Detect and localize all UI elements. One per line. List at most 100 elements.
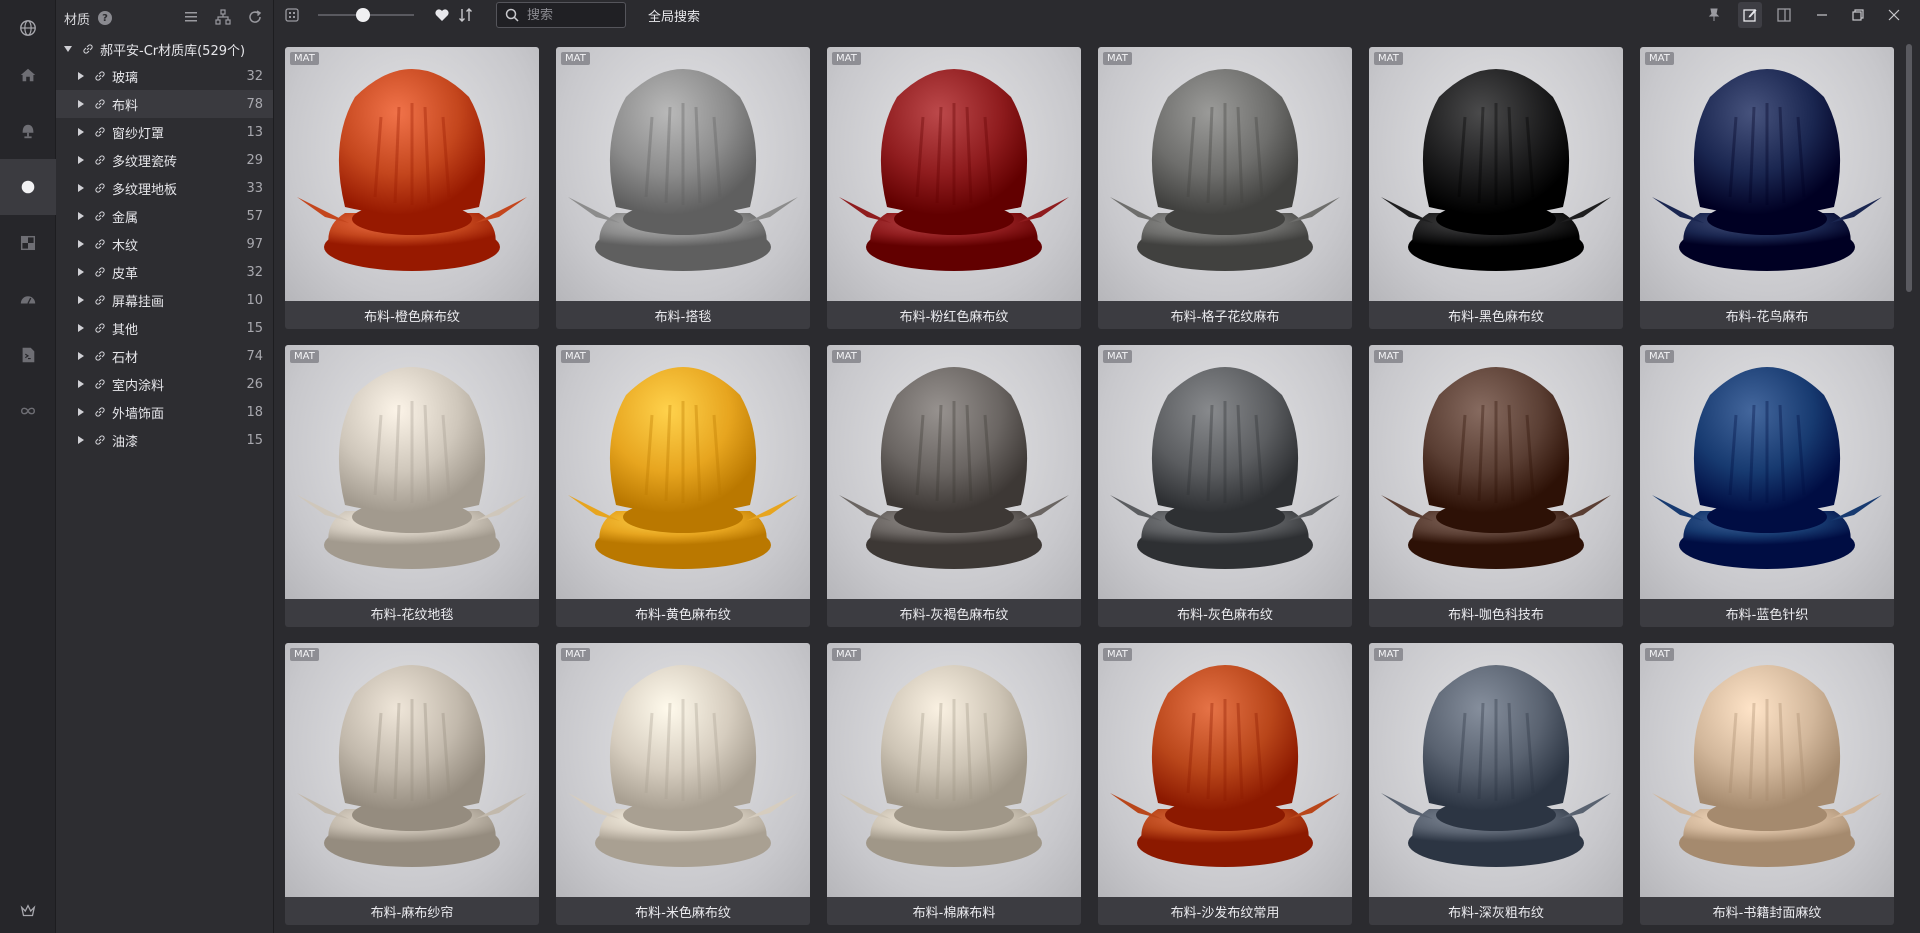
material-card[interactable]: MAT 布料-搭毯	[556, 47, 810, 329]
expand-arrow-icon[interactable]	[78, 436, 84, 444]
material-card[interactable]: MAT 布料-花纹地毯	[285, 345, 539, 627]
tree-item[interactable]: 木纹 97	[56, 230, 273, 258]
material-card[interactable]: MAT 布料-格子花纹麻布	[1098, 47, 1352, 329]
material-thumbnail[interactable]: MAT	[1369, 643, 1623, 897]
tree-item[interactable]: 皮革 32	[56, 258, 273, 286]
crown-icon[interactable]	[0, 883, 56, 933]
tree-item[interactable]: 室内涂料 26	[56, 370, 273, 398]
material-label: 布料-花纹地毯	[370, 607, 454, 623]
restore-icon[interactable]	[1850, 7, 1866, 23]
split-panel-icon[interactable]	[1776, 7, 1792, 23]
material-thumbnail[interactable]: MAT	[556, 643, 810, 897]
material-card[interactable]: MAT 布料-书籍封面麻纹	[1640, 643, 1894, 925]
expand-arrow-icon[interactable]	[78, 352, 84, 360]
help-icon[interactable]: ?	[98, 11, 113, 25]
material-thumbnail[interactable]: MAT	[827, 47, 1081, 301]
material-thumbnail[interactable]: MAT	[285, 345, 539, 599]
material-thumbnail[interactable]: MAT	[1640, 345, 1894, 599]
expand-arrow-icon[interactable]	[78, 184, 84, 192]
material-card[interactable]: MAT 布料-米色麻布纹	[556, 643, 810, 925]
tree-item[interactable]: 玻璃 32	[56, 62, 273, 90]
expand-arrow-icon[interactable]	[78, 296, 84, 304]
edit-button[interactable]	[1738, 2, 1762, 28]
tree-item[interactable]: 石材 74	[56, 342, 273, 370]
hierarchy-icon[interactable]	[215, 9, 231, 25]
search-input[interactable]	[527, 7, 617, 23]
material-thumbnail[interactable]: MAT	[1098, 47, 1352, 301]
material-card[interactable]: MAT 布料-咖色科技布	[1369, 345, 1623, 627]
expand-arrow-icon[interactable]	[78, 212, 84, 220]
tree-item[interactable]: 窗纱灯罩 13	[56, 118, 273, 146]
material-card[interactable]: MAT 布料-粉红色麻布纹	[827, 47, 1081, 329]
material-card[interactable]: MAT 布料-深灰粗布纹	[1369, 643, 1623, 925]
sort-icon[interactable]	[458, 7, 474, 23]
material-card[interactable]: MAT 布料-橙色麻布纹	[285, 47, 539, 329]
refresh-icon[interactable]	[247, 9, 263, 25]
grid-size-icon[interactable]	[284, 7, 300, 23]
tree-item[interactable]: 其他 15	[56, 314, 273, 342]
tree-item-count: 26	[246, 376, 263, 392]
material-card[interactable]: MAT 布料-黄色麻布纹	[556, 345, 810, 627]
expand-arrow-icon[interactable]	[78, 128, 84, 136]
expand-arrow-icon[interactable]	[78, 324, 84, 332]
collapse-arrow-icon[interactable]	[64, 46, 72, 52]
material-sphere-icon[interactable]	[0, 159, 56, 215]
script-file-icon[interactable]	[0, 327, 56, 383]
material-thumbnail[interactable]: MAT	[1640, 643, 1894, 897]
material-card[interactable]: MAT 布料-麻布纱帘	[285, 643, 539, 925]
tree-item[interactable]: 金属 57	[56, 202, 273, 230]
tree-item[interactable]: 布料 78	[56, 90, 273, 118]
slider-handle[interactable]	[356, 8, 370, 22]
vertical-scrollbar[interactable]	[1906, 44, 1912, 292]
tree-item[interactable]: 外墙饰面 18	[56, 398, 273, 426]
minimize-icon[interactable]	[1814, 7, 1830, 23]
material-thumbnail[interactable]: MAT	[1640, 47, 1894, 301]
expand-arrow-icon[interactable]	[78, 408, 84, 416]
material-card[interactable]: MAT 布料-沙发布纹常用	[1098, 643, 1352, 925]
dashboard-icon[interactable]	[0, 271, 56, 327]
material-card[interactable]: MAT 布料-蓝色针织	[1640, 345, 1894, 627]
material-card[interactable]: MAT 布料-黑色麻布纹	[1369, 47, 1623, 329]
material-thumbnail[interactable]: MAT	[827, 345, 1081, 599]
material-badge: MAT	[290, 648, 319, 661]
material-thumbnail[interactable]: MAT	[1098, 643, 1352, 897]
material-thumbnail[interactable]: MAT	[556, 47, 810, 301]
material-thumbnail[interactable]: MAT	[285, 643, 539, 897]
search-box[interactable]	[496, 2, 626, 28]
material-thumbnail[interactable]: MAT	[827, 643, 1081, 897]
infinity-icon[interactable]	[0, 383, 56, 439]
material-label: 布料-格子花纹麻布	[1170, 309, 1280, 325]
texture-icon[interactable]	[0, 215, 56, 271]
material-thumbnail[interactable]: MAT	[1369, 47, 1623, 301]
tree-item[interactable]: 油漆 15	[56, 426, 273, 454]
material-thumbnail[interactable]: MAT	[1098, 345, 1352, 599]
tree-root[interactable]: 郝平安-Cr材质库(529个)	[56, 36, 273, 62]
material-card[interactable]: MAT 布料-花鸟麻布	[1640, 47, 1894, 329]
search-icon	[505, 8, 519, 22]
material-card[interactable]: MAT 布料-棉麻布料	[827, 643, 1081, 925]
expand-arrow-icon[interactable]	[78, 72, 84, 80]
global-search-button[interactable]: 全局搜索	[648, 6, 700, 25]
material-card[interactable]: MAT 布料-灰色麻布纹	[1098, 345, 1352, 627]
lamp-icon[interactable]	[0, 103, 56, 159]
tree-item[interactable]: 多纹理地板 33	[56, 174, 273, 202]
material-badge: MAT	[1645, 52, 1674, 65]
tree-item[interactable]: 多纹理瓷砖 29	[56, 146, 273, 174]
expand-arrow-icon[interactable]	[78, 100, 84, 108]
close-icon[interactable]	[1886, 7, 1902, 23]
expand-arrow-icon[interactable]	[78, 380, 84, 388]
app-window: 材质 ? 郝平安-Cr材质库(529个) 玻璃 32 布料 78 窗纱灯罩 13 多纹理瓷砖…	[0, 0, 1920, 933]
favorite-heart-icon[interactable]	[434, 7, 450, 23]
material-thumbnail[interactable]: MAT	[1369, 345, 1623, 599]
home-icon[interactable]	[0, 47, 56, 103]
expand-arrow-icon[interactable]	[78, 268, 84, 276]
tree-item[interactable]: 屏幕挂画 10	[56, 286, 273, 314]
list-view-icon[interactable]	[183, 9, 199, 25]
material-card[interactable]: MAT 布料-灰褐色麻布纹	[827, 345, 1081, 627]
expand-arrow-icon[interactable]	[78, 156, 84, 164]
tree-item-count: 29	[246, 152, 263, 168]
expand-arrow-icon[interactable]	[78, 240, 84, 248]
material-thumbnail[interactable]: MAT	[285, 47, 539, 301]
material-thumbnail[interactable]: MAT	[556, 345, 810, 599]
pin-icon[interactable]	[1706, 7, 1722, 23]
